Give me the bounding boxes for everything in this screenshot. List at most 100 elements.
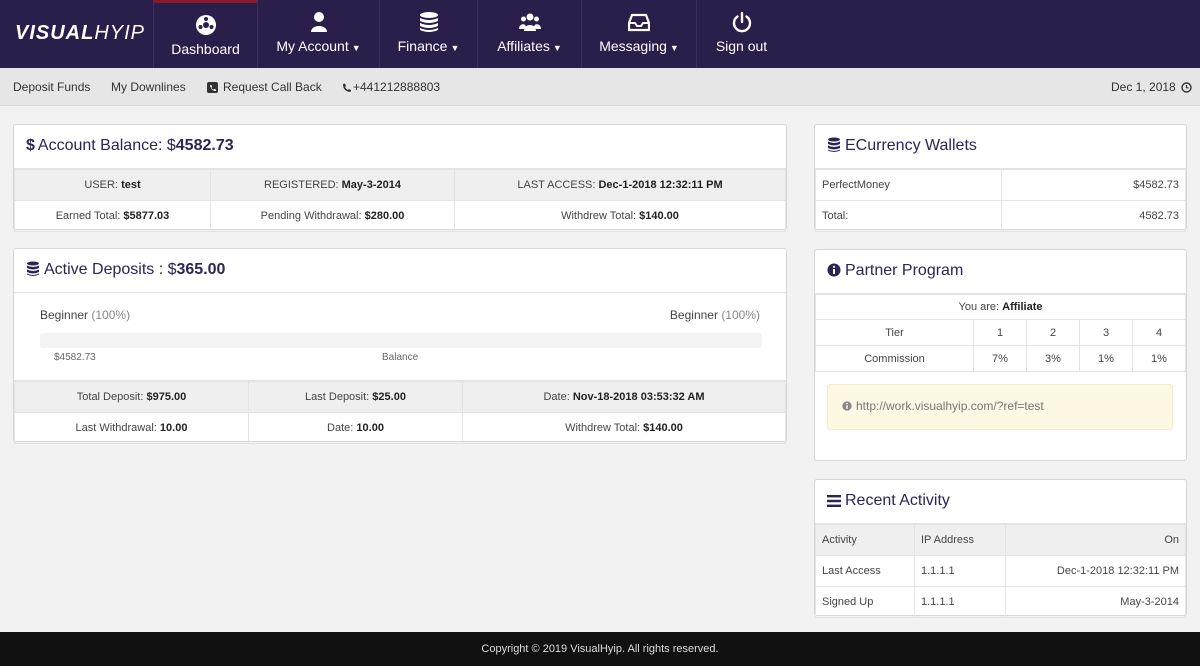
tier-label: Tier	[815, 319, 974, 346]
nav-finance[interactable]: Finance ▼	[379, 0, 477, 68]
deposit-progress-area: Beginner (100%) Beginner (100%) $4582.73…	[14, 293, 786, 381]
wallet-total-value: 4582.73	[1001, 200, 1186, 232]
deposits-withdrew-total-cell: Withdrew Total: $140.00	[462, 412, 786, 444]
referral-link-box: http://work.visualhyip.com/?ref=test	[827, 384, 1173, 430]
tier-4: 4	[1132, 319, 1186, 346]
affiliate-status: You are: Affiliate	[815, 294, 1186, 320]
phone-number-label: +441212888803	[353, 80, 441, 94]
activity-ip: 1.1.1.1	[914, 555, 1006, 587]
commission-2: 3%	[1026, 345, 1080, 372]
partner-header: Partner Program	[815, 250, 1186, 294]
plan-right-label: Beginner (100%)	[669, 308, 760, 322]
account-balance-amount: 4582.73	[175, 137, 234, 154]
top-navbar: VISUALHYIP Dashboard My Account ▼ Finance…	[0, 0, 1200, 68]
dollar-icon: $	[26, 137, 35, 154]
activity-time: May-3-2014	[1005, 586, 1186, 618]
account-balance-table: USER: test REGISTERED: May-3-2014 LAST A…	[14, 169, 786, 232]
caret-down-icon: ▼	[351, 43, 361, 53]
inbox-icon	[628, 13, 650, 32]
nav-affiliates[interactable]: Affiliates ▼	[477, 0, 581, 68]
nav-dashboard-label: Dashboard	[171, 41, 240, 57]
tier-2: 2	[1026, 319, 1080, 346]
activity-col-header: Activity	[815, 524, 915, 556]
footer: Copyright © 2019 VisualHyip. All rights …	[0, 632, 1200, 666]
withdrew-total-cell: Withdrew Total: $140.00	[454, 200, 786, 232]
info-circle-icon	[827, 263, 841, 277]
phone-square-icon	[207, 82, 218, 93]
activity-name: Signed Up	[815, 586, 915, 618]
account-balance-header: $ Account Balance: $4582.73	[14, 125, 786, 169]
ecurrency-wallets-panel: ECurrency Wallets PerfectMoney $4582.73 …	[814, 124, 1187, 232]
partner-table: You are: Affiliate Tier 1 2 3 4 Commissi…	[815, 294, 1186, 372]
database-icon	[27, 261, 39, 276]
nav-dashboard[interactable]: Dashboard	[153, 0, 257, 68]
ip-col-header: IP Address	[914, 524, 1006, 556]
earned-total-cell: Earned Total: $5877.03	[14, 200, 211, 232]
wallet-value: $4582.73	[1001, 169, 1186, 201]
caret-down-icon: ▼	[552, 43, 562, 53]
last-access-cell: LAST ACCESS: Dec-1-2018 12:32:11 PM	[454, 169, 786, 201]
last-withdrawal-cell: Last Withdrawal: 10.00	[14, 412, 249, 444]
active-deposits-panel: Active Deposits : $365.00 Beginner (100%…	[13, 248, 787, 444]
tier-3: 3	[1079, 319, 1133, 346]
active-deposits-title: Active Deposits : $	[44, 261, 177, 278]
deposit-progress-fill	[40, 333, 762, 348]
commission-1: 7%	[973, 345, 1027, 372]
phone-icon	[343, 83, 351, 92]
power-icon	[732, 11, 751, 33]
activity-title: Recent Activity	[845, 492, 950, 509]
wallet-name: PerfectMoney	[815, 169, 1002, 201]
recent-activity-panel: Recent Activity Activity IP Address On L…	[814, 479, 1187, 618]
total-deposit-cell: Total Deposit: $975.00	[14, 381, 249, 413]
wallets-title: ECurrency Wallets	[845, 137, 977, 154]
user-icon	[310, 12, 327, 32]
on-col-header: On	[1005, 524, 1186, 556]
account-balance-panel: $ Account Balance: $4582.73 USER: test RE…	[13, 124, 787, 232]
nav-my-account-label: My Account	[276, 38, 349, 54]
account-balance-title: Account Balance: $	[37, 137, 176, 154]
brand-logo[interactable]: VISUALHYIP	[15, 22, 145, 45]
progress-caption: Balance	[382, 352, 419, 363]
wallet-total-label: Total:	[815, 200, 1002, 232]
plan-left-label: Beginner (100%)	[40, 308, 131, 322]
progress-value: $4582.73	[54, 352, 96, 363]
deposit-funds-link[interactable]: Deposit Funds	[13, 80, 90, 94]
deposit-date-cell: Date: Nov-18-2018 03:53:32 AM	[462, 381, 786, 413]
my-downlines-link[interactable]: My Downlines	[111, 80, 186, 94]
current-date-label: Dec 1, 2018	[1111, 80, 1176, 94]
nav-affiliates-label: Affiliates	[497, 38, 550, 54]
nav-messaging[interactable]: Messaging ▼	[581, 0, 696, 68]
users-group-icon	[518, 13, 541, 31]
deposit-stats-table: Total Deposit: $975.00 Last Deposit: $25…	[14, 381, 786, 444]
request-call-back-link[interactable]: Request Call Back	[207, 80, 322, 94]
info-circle-icon	[842, 401, 852, 411]
pending-withdrawal-cell: Pending Withdrawal: $280.00	[210, 200, 455, 232]
registered-cell: REGISTERED: May-3-2014	[210, 169, 455, 201]
nav-finance-label: Finance	[397, 38, 448, 54]
clock-icon	[1181, 82, 1192, 93]
nav-sign-out[interactable]: Sign out	[696, 0, 786, 68]
referral-link[interactable]: http://work.visualhyip.com/?ref=test	[856, 399, 1044, 413]
phone-number: +441212888803	[342, 80, 440, 94]
partner-title: Partner Program	[845, 262, 964, 279]
database-icon	[828, 137, 840, 152]
wallets-table: PerfectMoney $4582.73 Total: 4582.73	[815, 169, 1186, 232]
nav-messaging-label: Messaging	[599, 38, 667, 54]
nav-sign-out-label: Sign out	[715, 38, 768, 54]
caret-down-icon: ▼	[450, 43, 460, 53]
dashboard-icon	[195, 15, 216, 35]
withdrawal-date-cell: Date: 10.00	[248, 412, 463, 444]
partner-program-panel: Partner Program You are: Affiliate Tier …	[814, 249, 1187, 461]
last-deposit-cell: Last Deposit: $25.00	[248, 381, 463, 413]
database-icon	[419, 12, 438, 32]
activity-header: Recent Activity	[815, 480, 1186, 524]
activity-time: Dec-1-2018 12:32:11 PM	[1005, 555, 1186, 587]
nav-my-account[interactable]: My Account ▼	[257, 0, 379, 68]
copyright-text: Copyright © 2019 VisualHyip. All rights …	[481, 643, 719, 655]
sub-navbar: Deposit Funds My Downlines Request Call …	[0, 68, 1200, 106]
current-date: Dec 1, 2018	[1111, 80, 1192, 94]
request-call-back-label: Request Call Back	[223, 80, 322, 94]
wallets-header: ECurrency Wallets	[815, 125, 1186, 169]
deposit-progress-bar	[40, 333, 762, 348]
tier-1: 1	[973, 319, 1027, 346]
